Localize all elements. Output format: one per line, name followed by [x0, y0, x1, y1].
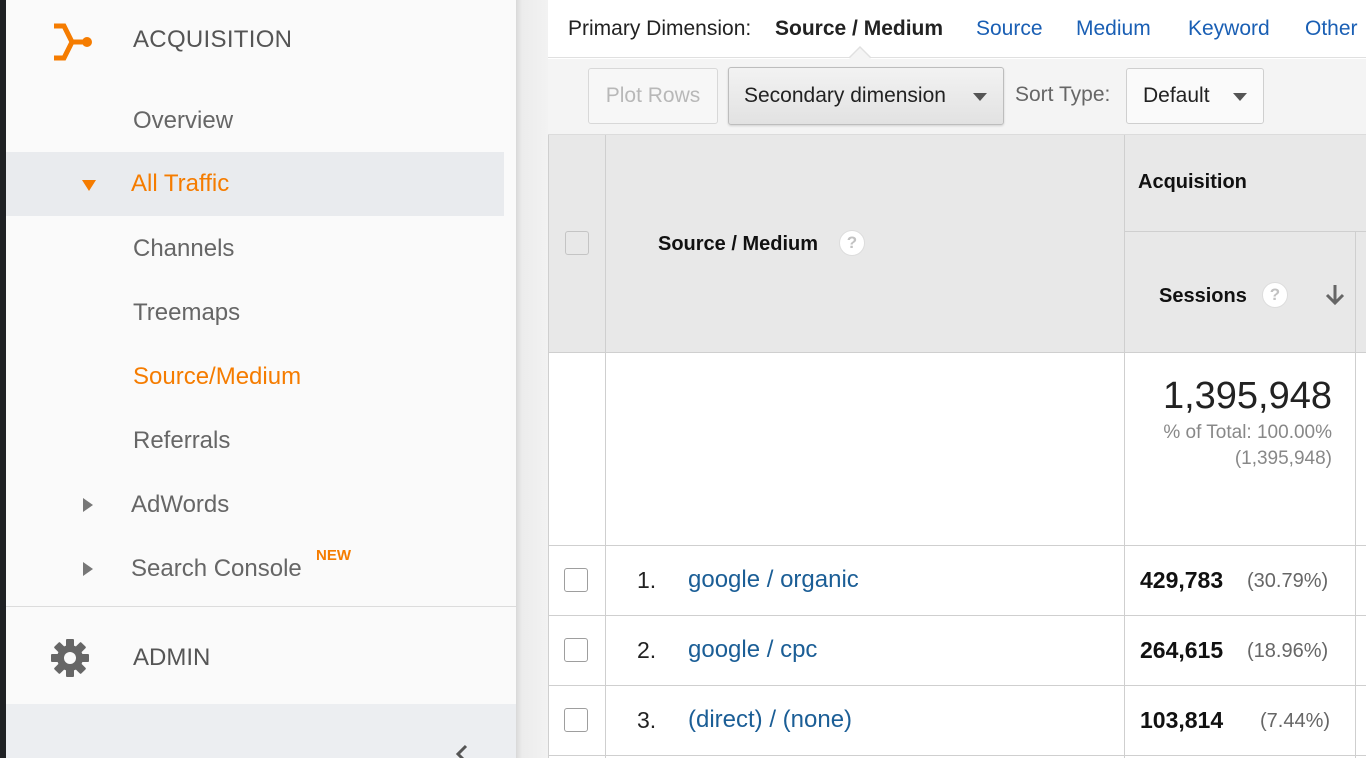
secondary-dimension-label: Secondary dimension: [744, 84, 946, 107]
sidebar-item-search-console[interactable]: Search Console NEW: [6, 537, 504, 601]
acquisition-group-header: Acquisition: [1138, 171, 1247, 193]
grid-line: [548, 545, 1366, 546]
sidebar-item-source-medium[interactable]: Source/Medium: [6, 345, 504, 409]
sidebar-item-label: Referrals: [133, 427, 231, 454]
sessions-total-pct-label: % of Total: 100.00%: [1163, 422, 1332, 443]
sidebar-nav: ACQUISITION Overview All Traffic Channel…: [6, 0, 516, 758]
sidebar-item-overview[interactable]: Overview: [6, 89, 504, 153]
grid-line: [548, 135, 549, 758]
sort-type-label: Sort Type:: [1015, 83, 1111, 106]
select-all-checkbox[interactable]: [565, 231, 589, 255]
report-main: Primary Dimension: Source / Medium Sourc…: [548, 0, 1366, 758]
dropdown-arrow-icon: [973, 93, 987, 101]
dimension-link-source[interactable]: Source: [976, 17, 1043, 41]
row-sessions-pct: (7.44%): [1260, 710, 1331, 732]
sidebar-item-referrals[interactable]: Referrals: [6, 409, 504, 473]
row-source-medium-link[interactable]: (direct) / (none): [688, 706, 852, 734]
sidebar-item-channels[interactable]: Channels: [6, 217, 504, 281]
grid-line: [548, 755, 1366, 756]
dimension-link-other[interactable]: Other: [1305, 17, 1358, 41]
sessions-total-pct-base: (1,395,948): [1234, 448, 1332, 469]
sessions-column-header[interactable]: Sessions: [1159, 285, 1247, 308]
sidebar-item-all-traffic[interactable]: All Traffic: [6, 152, 504, 216]
sidebar-item-adwords[interactable]: AdWords: [6, 473, 504, 537]
chevron-left-icon: [455, 744, 468, 758]
row-number: 1.: [637, 567, 657, 593]
row-sessions-value: 264,615: [1140, 637, 1224, 663]
admin-label: ADMIN: [133, 644, 211, 671]
primary-dimension-bar: Primary Dimension: Source / Medium Sourc…: [548, 0, 1366, 58]
sidebar-shadow: [516, 0, 548, 758]
dimension-column-header[interactable]: Source / Medium: [658, 233, 818, 256]
caret-right-icon: [83, 562, 93, 576]
caret-down-icon: [82, 180, 96, 191]
row-checkbox[interactable]: [564, 708, 588, 732]
grid-line: [548, 615, 1366, 616]
secondary-dimension-dropdown[interactable]: Secondary dimension: [728, 67, 1004, 125]
sidebar-item-label: Channels: [133, 235, 235, 262]
grid-line: [1124, 135, 1125, 758]
sidebar-item-label: All Traffic: [131, 170, 230, 197]
grid-line: [548, 352, 1366, 353]
table-toolbar: Plot Rows Secondary dimension Sort Type:…: [548, 59, 1366, 135]
sort-descending-icon[interactable]: [1324, 283, 1346, 307]
help-icon[interactable]: ?: [839, 230, 865, 256]
grid-line: [1125, 231, 1366, 232]
caret-right-icon: [83, 498, 93, 512]
help-icon[interactable]: ?: [1262, 282, 1288, 308]
grid-line: [1355, 231, 1356, 758]
acquisition-header[interactable]: ACQUISITION: [6, 0, 516, 84]
sidebar-item-label: Search Console: [131, 555, 302, 582]
row-sessions-value: 103,814: [1140, 707, 1224, 733]
data-table: Source / Medium ? Acquisition Sessions ?…: [548, 135, 1366, 758]
sidebar-item-label: Overview: [133, 107, 234, 134]
sidebar-item-admin[interactable]: ADMIN: [6, 608, 516, 704]
row-source-medium-link[interactable]: google / cpc: [688, 636, 817, 664]
sidebar-item-label: AdWords: [131, 491, 230, 518]
new-badge: NEW: [316, 547, 351, 564]
row-checkbox[interactable]: [564, 638, 588, 662]
primary-dimension-label: Primary Dimension:: [568, 17, 752, 40]
row-sessions-value: 429,783: [1140, 567, 1224, 593]
row-number: 3.: [637, 707, 657, 733]
grid-line: [605, 135, 606, 758]
plot-rows-button[interactable]: Plot Rows: [588, 68, 718, 124]
sidebar-divider: [6, 606, 516, 607]
dropdown-arrow-icon: [1233, 93, 1247, 101]
grid-line: [548, 685, 1366, 686]
sidebar-item-label: Treemaps: [133, 299, 241, 326]
dimension-link-keyword[interactable]: Keyword: [1188, 17, 1270, 41]
sidebar-item-treemaps[interactable]: Treemaps: [6, 281, 504, 345]
primary-dimension-current: Source / Medium: [775, 17, 944, 40]
row-source-medium-link[interactable]: google / organic: [688, 566, 859, 594]
acquisition-icon: [54, 23, 92, 61]
sidebar-item-label: Source/Medium: [133, 363, 302, 390]
row-sessions-pct: (30.79%): [1247, 570, 1329, 592]
sessions-total: 1,395,948: [1162, 375, 1332, 417]
row-number: 2.: [637, 637, 657, 663]
dimension-pointer-fill: [849, 48, 871, 59]
sort-type-value: Default: [1143, 84, 1210, 107]
acquisition-title: ACQUISITION: [133, 26, 293, 53]
row-checkbox[interactable]: [564, 568, 588, 592]
dimension-link-medium[interactable]: Medium: [1076, 17, 1151, 41]
row-sessions-pct: (18.96%): [1247, 640, 1329, 662]
gear-icon: [51, 639, 89, 677]
sort-type-select[interactable]: Default: [1126, 68, 1264, 124]
collapse-sidebar-bar[interactable]: [6, 704, 516, 758]
